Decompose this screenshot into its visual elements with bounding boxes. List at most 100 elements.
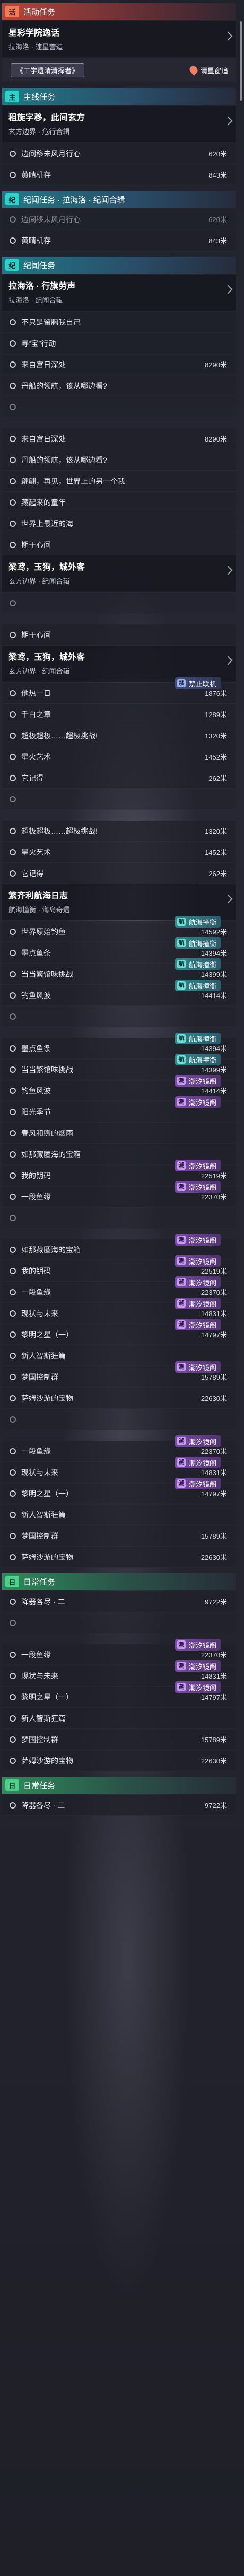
objective-item[interactable]: 梦国控制群 15789米	[2, 1525, 236, 1547]
objective-label: 来自宫日深处	[21, 360, 66, 369]
objective-distance: 843米	[208, 171, 227, 179]
objective-label: 萨姆沙游的宝物	[21, 1552, 73, 1562]
objective-distance: 22519米	[201, 1267, 227, 1275]
objective-item[interactable]: 千白之章 1289米	[2, 704, 236, 725]
objective-distance: 14797米	[201, 1693, 227, 1701]
objective-item[interactable]: 萨姆沙游的宝物 22630米	[2, 1547, 236, 1568]
objective-distance: 1320米	[205, 732, 227, 740]
objective-item[interactable]: 它记得 262米	[2, 767, 236, 789]
quest-card[interactable]: 星彩学院逸话 拉海洛 · 速星营造	[2, 21, 236, 57]
objective-item[interactable]: 萨姆沙游的宝物 22630米	[2, 1388, 236, 1409]
objective-label: 它记得	[21, 869, 43, 878]
status-badge: 航航海撞衡	[175, 937, 221, 949]
objective-distance: 9722米	[205, 1598, 227, 1606]
objective-item[interactable]: 梦国控制群 15789米	[2, 1729, 236, 1750]
objective-item[interactable]	[2, 593, 236, 614]
lock-icon: 禁	[177, 679, 186, 687]
objective-label: 不只是留胸我自己	[21, 317, 81, 327]
objective-item[interactable]: 藏起来的童年	[2, 492, 236, 513]
objective-item[interactable]	[2, 396, 236, 418]
circle-outline-icon	[10, 1416, 16, 1423]
objective-item[interactable]	[2, 1006, 236, 1027]
objective-item[interactable]: 丹船的领航，该从哪边看?	[2, 449, 236, 471]
objective-label: 寻“宝”行动	[21, 339, 56, 348]
objective-item[interactable]: 丹船的领航，该从哪边看?	[2, 375, 236, 396]
status-badge: 航航海撞衡	[175, 916, 221, 928]
objective-item[interactable]: 降器各尽 · 二 9722米	[2, 1591, 236, 1612]
circle-outline-icon	[10, 1373, 16, 1380]
wave-icon: 潮	[177, 1236, 186, 1244]
objective-distance: 14399米	[201, 971, 227, 978]
objective-label: 黎明之星（一）	[21, 1489, 73, 1498]
circle-outline-icon	[10, 1619, 16, 1626]
circle-outline-icon	[10, 216, 16, 223]
quest-title: 星彩学院逸话	[8, 29, 60, 38]
quest-card[interactable]: 梁鸢，玉狗，城外客 玄方边界 · 纪闻合辑	[2, 646, 236, 682]
objective-item[interactable]: 超极超极……超极挑战! 1320米	[2, 725, 236, 746]
badge-label: 潮汐镜阁	[189, 1437, 217, 1446]
objective-item[interactable]: 新人智斯狂篇	[2, 1504, 236, 1525]
quest-subtitle: 拉海洛 · 速星营造	[8, 43, 63, 51]
objective-label: 一段鱼缘	[21, 1287, 51, 1296]
objective-item[interactable]: 星火艺术 1452米	[2, 842, 236, 863]
wave-icon: 潮	[177, 1320, 186, 1329]
objective-item[interactable]: 萨姆沙游的宝物 22630米	[2, 1750, 236, 1771]
scrollbar[interactable]	[240, 21, 242, 101]
objective-item[interactable]: 春风和煦的烟雨	[2, 1123, 236, 1144]
objective-distance: 15789米	[201, 1736, 227, 1744]
circle-outline-icon	[10, 1108, 16, 1115]
objective-item[interactable]: 寻“宝”行动	[2, 333, 236, 354]
quest-card[interactable]: 租旋字移，此间玄方 玄方边界 · 危行合辑	[2, 106, 236, 142]
circle-outline-icon	[10, 1289, 16, 1295]
objective-item[interactable]	[2, 1207, 236, 1229]
objective-label: 降器各尽 · 二	[21, 1801, 65, 1810]
objective-label: 梦国控制群	[21, 1531, 58, 1540]
track-button[interactable]: 请星窗追	[188, 64, 228, 76]
objective-item[interactable]: 来自宫日深处 8290米	[2, 428, 236, 449]
objective-item[interactable]: 黄晴机存 843米	[2, 164, 236, 186]
quest-card[interactable]: 拉海洛 · 行旗劳声 拉海洛 · 纪闻合辑	[2, 275, 236, 311]
objective-item[interactable]: 期于心间	[2, 624, 236, 646]
objective-label: 黎明之星（一）	[21, 1692, 73, 1701]
objective-item[interactable]: 不只是留胸我自己	[2, 312, 236, 333]
quest-name-chip[interactable]: 《工学遗晴清探者》	[11, 63, 85, 77]
objective-item[interactable]: 边间移未风月行心 620米	[2, 209, 236, 230]
section-header: 日日常任务	[2, 1777, 236, 1794]
objective-item[interactable]: 星火艺术 1452米	[2, 746, 236, 767]
circle-outline-icon	[10, 753, 16, 760]
objective-label: 新人智斯狂篇	[21, 1714, 66, 1723]
objective-item[interactable]: 新人智斯狂篇	[2, 1708, 236, 1729]
objective-item[interactable]: 它记得 262米	[2, 863, 236, 884]
status-badge: 潮潮汐镜阁	[175, 1681, 221, 1693]
circle-outline-icon	[10, 1651, 16, 1658]
quest-card[interactable]: 繁齐利航海日志 航海撞衡 · 海岛奇遇	[2, 884, 236, 920]
badge-label: 潮汐镜阁	[189, 1098, 217, 1107]
quest-card[interactable]: 梁鸢，玉狗，城外客 玄方边界 · 纪闻合辑	[2, 555, 236, 592]
objective-item[interactable]	[2, 789, 236, 810]
circle-outline-icon	[10, 992, 16, 999]
section-tag-icon: 日	[5, 1576, 19, 1587]
objective-item[interactable]: 降器各尽 · 二 9722米	[2, 1795, 236, 1816]
badge-label: 潮汐镜阁	[189, 1162, 217, 1170]
objective-item[interactable]: 边间移未风月行心 620米	[2, 143, 236, 164]
circle-outline-icon	[10, 1490, 16, 1497]
quest-title: 租旋字移，此间玄方	[8, 113, 85, 122]
objective-item[interactable]: 黄晴机存 843米	[2, 230, 236, 251]
objective-item[interactable]: 超极超极……超极挑战! 1320米	[2, 821, 236, 842]
objective-label: 超极超极……超极挑战!	[21, 826, 98, 835]
objective-item[interactable]: 期于心间	[2, 534, 236, 555]
section-header: 纪纪闻任务 · 拉海洛 · 纪闻合辑	[2, 191, 236, 208]
circle-outline-icon	[10, 435, 16, 442]
objective-item[interactable]	[2, 1612, 236, 1634]
objective-item[interactable]: 翩翩，再见，世界上的另一个我	[2, 471, 236, 492]
objective-item[interactable]	[2, 1409, 236, 1430]
objective-distance: 620米	[208, 216, 227, 224]
circle-outline-icon	[10, 1193, 16, 1200]
objective-label: 黄晴机存	[21, 236, 51, 245]
section-tag-icon: 活	[5, 6, 19, 17]
objective-distance: 22370米	[201, 1448, 227, 1455]
wave-icon: 潮	[177, 1479, 186, 1488]
objective-item[interactable]: 世界上最近的海	[2, 513, 236, 534]
objective-item[interactable]: 来自宫日深处 8290米	[2, 354, 236, 375]
section-tag-icon: 主	[5, 91, 19, 102]
